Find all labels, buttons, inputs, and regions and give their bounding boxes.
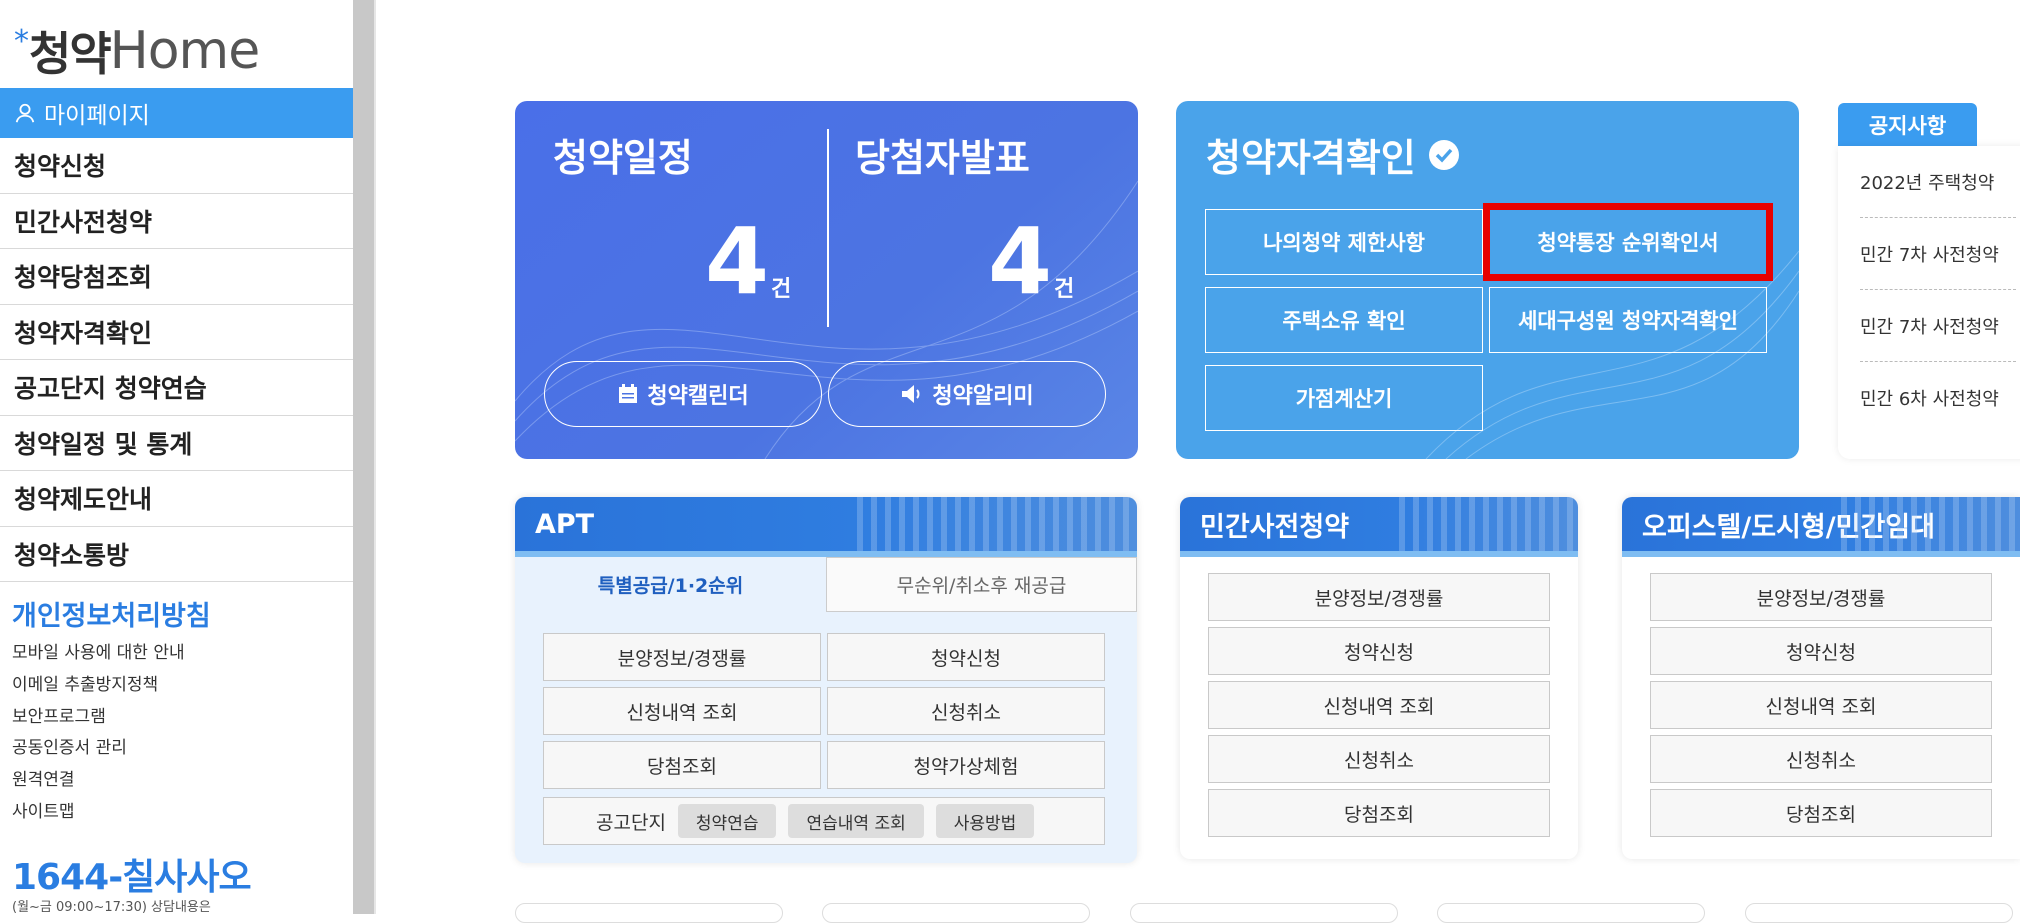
house-ownership-button[interactable]: 주택소유 확인 <box>1205 287 1483 353</box>
privacy-policy-link[interactable]: 개인정보처리방침 <box>12 594 211 633</box>
my-restriction-button[interactable]: 나의청약 제한사항 <box>1205 209 1483 275</box>
winner-announce-title: 당첨자발표 <box>855 136 1030 180</box>
officetel-history-button[interactable]: 신청내역 조회 <box>1650 681 1992 729</box>
notice-tab[interactable]: 공지사항 <box>1838 103 1977 146</box>
qualification-card: 청약자격확인 나의청약 제한사항 청약통장 순위확인서 주택소유 확인 세대구성… <box>1176 101 1799 459</box>
notice-item[interactable]: 2022년 주택청약 <box>1860 146 2016 218</box>
logo-text-kor: 청약 <box>29 27 112 81</box>
apt-virtual-experience-button[interactable]: 청약가상체험 <box>827 741 1105 789</box>
sidebar-item-winner-lookup[interactable]: 청약당첨조회 <box>0 249 353 305</box>
presale-sale-info-button[interactable]: 분양정보/경쟁률 <box>1208 573 1550 621</box>
notice-list: 2022년 주택청약 민간 7차 사전청약 민간 7차 사전청약 민간 6차 사… <box>1838 146 2020 459</box>
sitemap-link[interactable]: 사이트맵 <box>12 797 185 829</box>
sidebar-scrollbar[interactable] <box>353 0 374 914</box>
presale-panel-header: 민간사전청약 <box>1180 497 1578 557</box>
service-hours: (월~금 09:00~17:30) 상담내용은 <box>12 900 211 915</box>
presale-panel: 민간사전청약 분양정보/경쟁률 청약신청 신청내역 조회 신청취소 당첨조회 <box>1180 497 1578 859</box>
household-qualification-button[interactable]: 세대구성원 청약자격확인 <box>1489 287 1767 353</box>
security-program-link[interactable]: 보안프로그램 <box>12 702 185 734</box>
tab-unranked-resupply[interactable]: 무순위/취소후 재공급 <box>826 557 1137 612</box>
phone-number: 1644-칠사사오 <box>12 857 252 898</box>
officetel-apply-button[interactable]: 청약신청 <box>1650 627 1992 675</box>
star-icon: * <box>14 24 29 59</box>
apt-panel-header: APT <box>515 497 1137 557</box>
remote-link[interactable]: 원격연결 <box>12 765 185 797</box>
officetel-cancel-button[interactable]: 신청취소 <box>1650 735 1992 783</box>
winner-count[interactable]: 4 <box>988 216 1052 308</box>
presale-winner-button[interactable]: 당첨조회 <box>1208 789 1550 837</box>
schedule-count[interactable]: 4 <box>705 216 769 308</box>
apt-tabs: 특별공급/1·2순위 무순위/취소후 재공급 <box>515 557 1137 612</box>
speaker-icon <box>902 385 920 403</box>
sidebar-item-communication[interactable]: 청약소통방 <box>0 527 353 582</box>
qualification-title: 청약자격확인 <box>1206 127 1460 182</box>
calendar-icon <box>619 384 638 403</box>
officetel-winner-button[interactable]: 당첨조회 <box>1650 789 1992 837</box>
sidebar-item-system-guide[interactable]: 청약제도안내 <box>0 471 353 527</box>
tab-special-supply[interactable]: 특별공급/1·2순위 <box>515 557 826 612</box>
presale-cancel-button[interactable]: 신청취소 <box>1208 735 1550 783</box>
officetel-panel-header: 오피스텔/도시형/민간임대 <box>1622 497 2020 557</box>
calendar-button-label: 청약캘린더 <box>647 384 749 409</box>
email-policy-link[interactable]: 이메일 추출방지정책 <box>12 670 185 702</box>
presale-panel-title: 민간사전청약 <box>1200 511 1350 543</box>
announced-complex-row: 공고단지 청약연습 연습내역 조회 사용방법 <box>543 797 1105 845</box>
schedule-divider <box>827 129 829 327</box>
logo-text-home: Home <box>109 21 261 81</box>
sidebar-item-private-presale[interactable]: 민간사전청약 <box>0 194 353 249</box>
officetel-panel: 오피스텔/도시형/민간임대 분양정보/경쟁률 청약신청 신청내역 조회 신청취소… <box>1622 497 2020 859</box>
apt-sale-info-button[interactable]: 분양정보/경쟁률 <box>543 633 821 681</box>
sidebar-item-apply[interactable]: 청약신청 <box>0 138 353 194</box>
mobile-guide-link[interactable]: 모바일 사용에 대한 안내 <box>12 638 185 670</box>
practice-history-chip[interactable]: 연습내역 조회 <box>788 804 924 838</box>
calendar-button[interactable]: 청약캘린더 <box>544 361 822 427</box>
usage-chip[interactable]: 사용방법 <box>935 804 1035 838</box>
sidebar-sub-links: 모바일 사용에 대한 안내 이메일 추출방지정책 보안프로그램 공동인증서 관리… <box>12 638 185 829</box>
apt-winner-button[interactable]: 당첨조회 <box>543 741 821 789</box>
score-calculator-button[interactable]: 가점계산기 <box>1205 365 1483 431</box>
alarm-button-label: 청약알리미 <box>932 384 1034 409</box>
apt-history-button[interactable]: 신청내역 조회 <box>543 687 821 735</box>
sidebar: * 청약 Home 마이페이지 청약신청 민간사전청약 청약당첨조회 청약자격확… <box>0 0 353 915</box>
sidebar-item-practice[interactable]: 공고단지 청약연습 <box>0 360 353 416</box>
building-decoration <box>1398 497 1578 551</box>
practice-chip[interactable]: 청약연습 <box>677 804 777 838</box>
building-decoration <box>857 497 1137 551</box>
mypage-button[interactable]: 마이페이지 <box>0 88 353 138</box>
notice-item[interactable]: 민간 7차 사전청약 <box>1860 218 2016 290</box>
notice-item[interactable]: 민간 6차 사전청약 <box>1860 362 2016 434</box>
bottom-card <box>1745 903 2013 923</box>
sidebar-item-schedule-stats[interactable]: 청약일정 및 통계 <box>0 416 353 471</box>
presale-history-button[interactable]: 신청내역 조회 <box>1208 681 1550 729</box>
user-icon <box>15 103 35 123</box>
certificate-link[interactable]: 공동인증서 관리 <box>12 733 185 765</box>
announced-complex-label: 공고단지 <box>596 811 666 834</box>
bottom-card <box>1130 903 1398 923</box>
bottom-card <box>515 903 783 923</box>
apt-panel: APT 특별공급/1·2순위 무순위/취소후 재공급 분양정보/경쟁률 청약신청… <box>515 497 1137 863</box>
mypage-label: 마이페이지 <box>44 103 150 129</box>
apt-cancel-button[interactable]: 신청취소 <box>827 687 1105 735</box>
account-rank-certificate-button[interactable]: 청약통장 순위확인서 <box>1483 203 1773 281</box>
winner-count-unit: 건 <box>1054 277 1075 302</box>
sidebar-menu: 청약신청 민간사전청약 청약당첨조회 청약자격확인 공고단지 청약연습 청약일정… <box>0 138 353 582</box>
bottom-card <box>822 903 1090 923</box>
schedule-card: 청약일정 당첨자발표 4 건 4 건 청약캘린더 청약알리미 <box>515 101 1138 459</box>
check-circle-icon <box>1428 139 1459 170</box>
apt-panel-title: APT <box>535 508 595 540</box>
apt-apply-button[interactable]: 청약신청 <box>827 633 1105 681</box>
building-decoration <box>1840 497 2020 551</box>
site-logo[interactable]: * 청약 Home <box>14 21 261 81</box>
schedule-title: 청약일정 <box>553 136 693 180</box>
presale-apply-button[interactable]: 청약신청 <box>1208 627 1550 675</box>
sidebar-item-qualification[interactable]: 청약자격확인 <box>0 305 353 360</box>
qualification-title-text: 청약자격확인 <box>1206 136 1416 180</box>
notice-item[interactable]: 민간 7차 사전청약 <box>1860 290 2016 362</box>
schedule-count-unit: 건 <box>771 277 792 302</box>
bottom-card <box>1437 903 1705 923</box>
officetel-sale-info-button[interactable]: 분양정보/경쟁률 <box>1650 573 1992 621</box>
divider <box>374 0 376 914</box>
alarm-button[interactable]: 청약알리미 <box>828 361 1106 427</box>
